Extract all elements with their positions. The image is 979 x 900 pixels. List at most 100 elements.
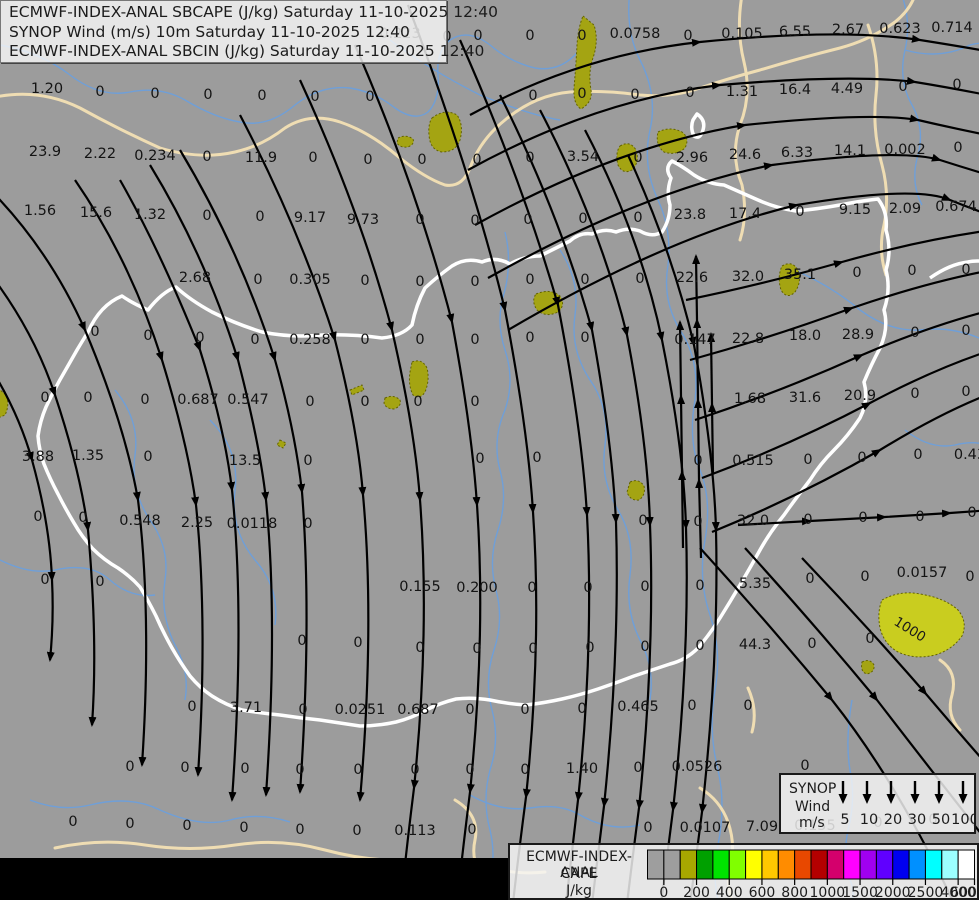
map-value: 2.22	[84, 146, 116, 162]
map-value: 0	[633, 760, 642, 776]
map-value: 0	[520, 702, 529, 718]
map-value: 2.25	[181, 515, 213, 531]
cape-tick-label: 400	[716, 885, 743, 898]
map-value: 0	[578, 211, 587, 227]
map-value: 0	[865, 631, 874, 647]
map-value: 0	[363, 152, 372, 168]
map-value: 2.68	[179, 270, 211, 286]
map-value: 13.5	[229, 453, 261, 469]
map-value: 0	[910, 325, 919, 341]
map-value: 0	[795, 204, 804, 220]
wind-speed-label: 100	[951, 812, 974, 828]
title-box: ECMWF-INDEX-ANAL SBCAPE (J/kg) Saturday …	[0, 0, 498, 63]
map-value: 0	[695, 578, 704, 594]
map-value: 0	[150, 86, 159, 102]
map-value: 0.0526	[672, 759, 723, 775]
map-value: 0	[577, 86, 586, 102]
map-value: 1.68	[734, 391, 766, 407]
cape-legend: ECMWF-INDEX-ANAL CAPE J/kg 0 200 400 600 800…	[508, 843, 979, 900]
map-value: 0	[410, 762, 419, 778]
wind-speed-label: 30	[908, 812, 926, 828]
map-value: 0	[240, 761, 249, 777]
map-value: 32.0	[732, 269, 764, 285]
map-value: 0	[90, 324, 99, 340]
map-value: 0	[417, 152, 426, 168]
map-value: 9.17	[294, 210, 326, 226]
map-value: 0	[40, 390, 49, 406]
map-value: 22.8	[732, 331, 764, 347]
wind-arrows-svg: 5 10 20 30 50100	[838, 781, 974, 828]
map-value: 1.56	[24, 203, 56, 219]
map-value: 0	[255, 209, 264, 225]
map-value: 0	[633, 150, 642, 166]
map-value: 0.687	[177, 392, 219, 408]
map-value: 44.3	[739, 637, 771, 653]
map-value: 32.0	[737, 513, 769, 529]
map-value: 0	[580, 272, 589, 288]
map-value: 0	[953, 140, 962, 156]
map-value: 0	[360, 394, 369, 410]
map-value: 0	[310, 89, 319, 105]
map-value: 0.0758	[610, 26, 661, 42]
map-value: 0	[465, 762, 474, 778]
cape-tick-label: 1000	[810, 885, 846, 898]
map-value: 0	[913, 447, 922, 463]
map-value: 0	[305, 394, 314, 410]
map-value: 0	[83, 390, 92, 406]
map-value: 0.155	[399, 579, 441, 595]
map-value: 2.67	[832, 22, 864, 38]
map-value: 9.73	[347, 212, 379, 228]
map-value: 0	[253, 272, 262, 288]
map-value: 0.0107	[680, 820, 731, 836]
map-value: 0	[525, 150, 534, 166]
map-value: 0	[250, 332, 259, 348]
map-value: 0	[239, 820, 248, 836]
map-value: 3.88	[22, 449, 54, 465]
map-value: 20.9	[844, 388, 876, 404]
map-value: 0.465	[617, 699, 659, 715]
map-value: 0	[952, 77, 961, 93]
value-labels-layer: 0.22300000.075800.1056.552.670.6230.7141…	[22, 20, 979, 839]
cape-tick-label: 1500	[842, 885, 878, 898]
map-value: 0	[95, 84, 104, 100]
map-value: 0	[475, 451, 484, 467]
map-value: 0.147	[674, 332, 716, 348]
map-value: 15.6	[80, 205, 112, 221]
map-value: 0	[967, 505, 976, 521]
map-value: 0	[195, 330, 204, 346]
map-value: 0	[298, 702, 307, 718]
map-value: 0	[257, 88, 266, 104]
map-value: 7.09	[746, 819, 778, 835]
map-value: 2.96	[676, 150, 708, 166]
map-value: 9.15	[839, 202, 871, 218]
cape-tick-label: 0	[659, 885, 668, 898]
map-value: 0	[630, 87, 639, 103]
wind-speed-label: 50	[932, 812, 950, 828]
map-value: 0.0251	[335, 702, 386, 718]
map-value: 6.55	[779, 24, 811, 40]
map-value: 0	[685, 85, 694, 101]
map-value: 0	[295, 822, 304, 838]
map-value: 0.687	[397, 702, 439, 718]
map-value: 24.6	[729, 147, 761, 163]
map-value: 14.1	[834, 143, 866, 159]
map-value: 0	[687, 698, 696, 714]
map-value: 3.54	[567, 149, 599, 165]
map-value: 0	[961, 384, 970, 400]
map-value: 0	[528, 641, 537, 657]
map-value: 0	[860, 569, 869, 585]
map-value: 0	[532, 450, 541, 466]
map-value: 0	[805, 571, 814, 587]
map-value: 1.32	[134, 207, 166, 223]
map-value: 22.6	[676, 270, 708, 286]
map-value: 3.71	[230, 700, 262, 716]
map-value: 0	[803, 512, 812, 528]
map-value: 4.49	[831, 81, 863, 97]
map-value: 0	[695, 638, 704, 654]
cape-tick-label: 6000	[950, 885, 977, 898]
map-value: 0	[125, 759, 134, 775]
map-value: 0	[467, 822, 476, 838]
map-value: 0	[525, 330, 534, 346]
map-value: 1.20	[31, 81, 63, 97]
map-value: 0	[303, 516, 312, 532]
